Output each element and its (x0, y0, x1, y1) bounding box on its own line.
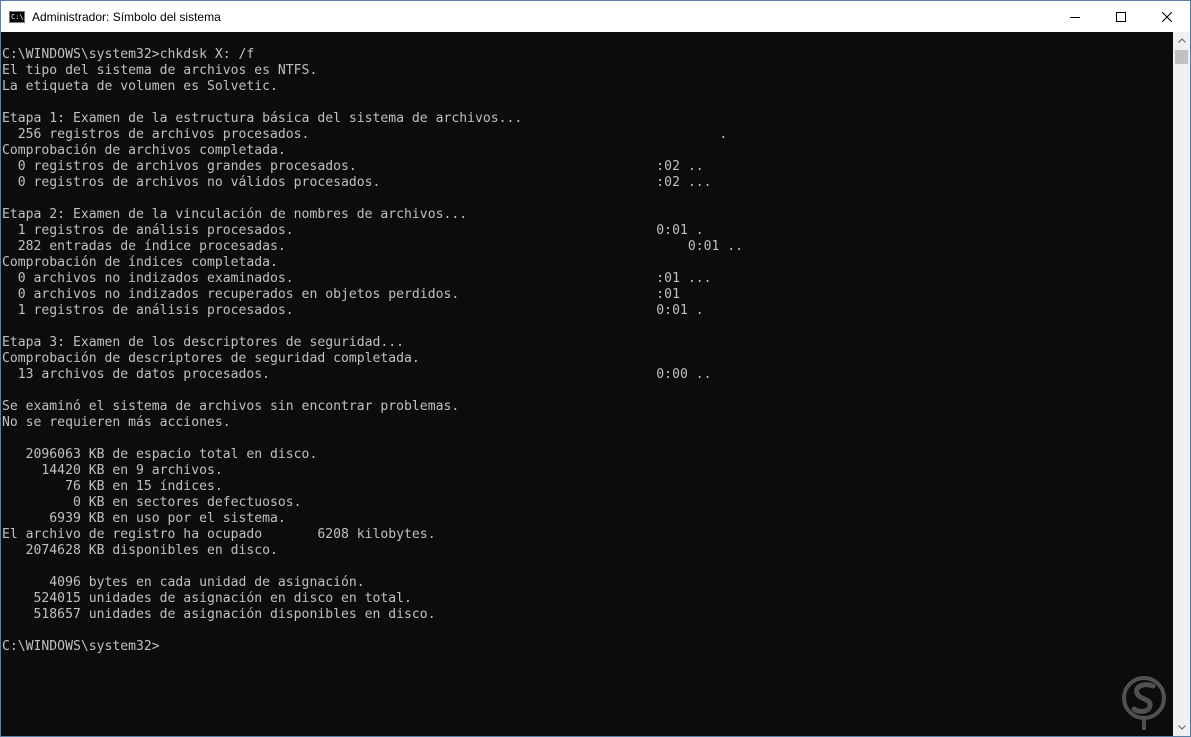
console-icon: C:\ (9, 10, 25, 23)
scroll-down-button[interactable] (1173, 719, 1190, 736)
console-line: C:\WINDOWS\system32>chkdsk X: /f (2, 47, 255, 62)
console-line: No se requieren más acciones. (2, 415, 231, 430)
console-line: 0 registros de archivos no válidos proce… (2, 175, 712, 190)
console-line: 1 registros de análisis procesados. 0:01… (2, 223, 704, 238)
close-icon (1162, 11, 1172, 22)
scroll-up-arrow-icon (1177, 38, 1186, 43)
console-line: El tipo del sistema de archivos es NTFS. (2, 63, 318, 78)
command-prompt-window: C:\ Administrador: Símbolo del sistema C… (0, 0, 1191, 737)
console-line: 4096 bytes en cada unidad de asignación. (2, 575, 365, 590)
maximize-button[interactable] (1098, 1, 1144, 32)
minimize-icon (1070, 16, 1080, 18)
close-button[interactable] (1144, 1, 1190, 32)
console-line: Comprobación de índices completada. (2, 255, 278, 270)
console-line: 13 archivos de datos procesados. 0:00 .. (2, 367, 712, 382)
console-text: C:\WINDOWS\system32>chkdsk X: /f El tipo… (1, 32, 1173, 655)
console-line: C:\WINDOWS\system32> (2, 639, 160, 654)
console-line: La etiqueta de volumen es Solvetic. (2, 79, 278, 94)
solvetic-logo-icon (1122, 676, 1166, 730)
console-line: 256 registros de archivos procesados. . (2, 127, 728, 142)
console-line: 1 registros de análisis procesados. 0:01… (2, 303, 704, 318)
console-line: 0 archivos no indizados recuperados en o… (2, 287, 680, 302)
console-line: Etapa 3: Examen de los descriptores de s… (2, 335, 405, 350)
console-line: 0 registros de archivos grandes procesad… (2, 159, 704, 174)
console-line: 6939 KB en uso por el sistema. (2, 511, 286, 526)
console-line: 524015 unidades de asignación en disco e… (2, 591, 412, 606)
minimize-button[interactable] (1052, 1, 1098, 32)
console-line: Etapa 2: Examen de la vinculación de nom… (2, 207, 468, 222)
console-line: 2096063 KB de espacio total en disco. (2, 447, 318, 462)
title-bar[interactable]: C:\ Administrador: Símbolo del sistema (1, 1, 1190, 32)
console-line: 0 KB en sectores defectuosos. (2, 495, 302, 510)
console-line: 282 entradas de índice procesadas. 0:01 … (2, 239, 744, 254)
scroll-up-button[interactable] (1173, 32, 1190, 49)
console-line: Comprobación de descriptores de segurida… (2, 351, 420, 366)
console-output-area[interactable]: C:\WINDOWS\system32>chkdsk X: /f El tipo… (1, 32, 1173, 736)
vertical-scrollbar[interactable] (1173, 32, 1190, 736)
console-line: 76 KB en 15 índices. (2, 479, 223, 494)
window-controls (1052, 1, 1190, 32)
window-title: Administrador: Símbolo del sistema (32, 9, 221, 24)
console-line: 2074628 KB disponibles en disco. (2, 543, 278, 558)
console-line: El archivo de registro ha ocupado 6208 k… (2, 527, 436, 542)
scroll-down-arrow-icon (1177, 725, 1186, 730)
console-line: 0 archivos no indizados examinados. :01 … (2, 271, 712, 286)
console-line: Se examinó el sistema de archivos sin en… (2, 399, 460, 414)
scroll-thumb[interactable] (1175, 50, 1188, 64)
console-line: 14420 KB en 9 archivos. (2, 463, 223, 478)
console-line: Comprobación de archivos completada. (2, 143, 286, 158)
console-line: 518657 unidades de asignación disponible… (2, 607, 436, 622)
console-line: Etapa 1: Examen de la estructura básica … (2, 111, 523, 126)
maximize-icon (1116, 11, 1126, 22)
